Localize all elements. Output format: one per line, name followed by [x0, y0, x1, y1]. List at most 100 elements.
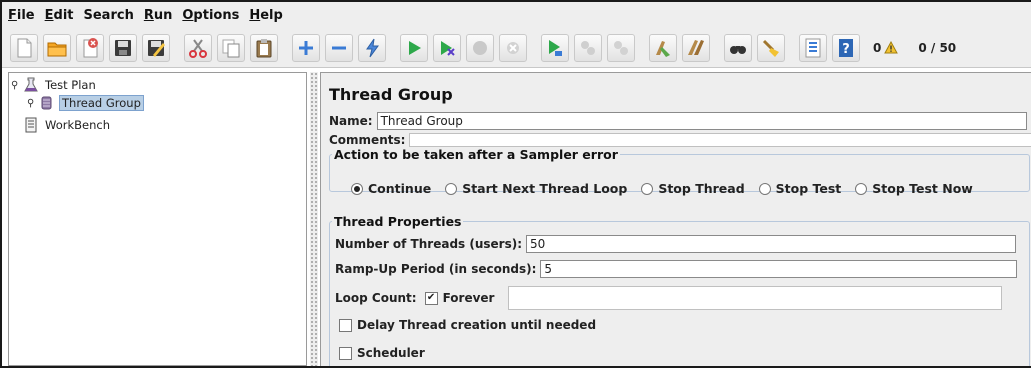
toggle-icon	[366, 38, 379, 57]
radio-label: Stop Test Now	[872, 181, 973, 196]
test-plan-tree: ⚲ Test Plan ⚲ Thread Group WorkBench	[8, 72, 307, 366]
toolbar-status: 0 0 / 50	[873, 41, 956, 55]
loop-count-input[interactable]	[508, 286, 1003, 310]
radio-label: Stop Thread	[658, 181, 745, 196]
remote-start-icon	[549, 39, 562, 56]
scheduler-checkbox[interactable]	[339, 346, 352, 360]
scheduler-row: Scheduler	[339, 346, 425, 360]
copy-button[interactable]	[217, 33, 245, 62]
tree-node-thread-group[interactable]: ⚲ Thread Group	[27, 94, 144, 112]
radio-label: Start Next Thread Loop	[462, 181, 628, 196]
save-as-button[interactable]	[142, 33, 170, 62]
thread-group-panel: Thread Group Name: Thread Group Comments…	[320, 72, 1031, 366]
radio-dot	[641, 182, 654, 195]
loop-count-row: Loop Count: ✔ Forever	[335, 286, 1003, 310]
delay-label: Delay Thread creation until needed	[357, 318, 597, 332]
split-pane-divider[interactable]	[310, 72, 318, 366]
cut-icon	[189, 38, 207, 58]
delay-checkbox[interactable]	[339, 318, 352, 332]
tree-node-workbench[interactable]: WorkBench	[21, 116, 112, 134]
clear-all-button[interactable]	[682, 33, 710, 62]
open-icon	[47, 42, 67, 56]
radio-stop-thread[interactable]: Stop Thread	[641, 181, 745, 196]
threads-label: Number of Threads (users):	[335, 237, 523, 251]
close-button[interactable]	[76, 33, 104, 62]
start-no-pause-icon	[441, 40, 455, 56]
menu-options[interactable]: Options	[182, 8, 239, 23]
name-input[interactable]: Thread Group	[376, 112, 1027, 130]
loop-count-label: Loop Count:	[335, 291, 417, 305]
remote-start-button[interactable]	[541, 33, 569, 62]
svg-text:?: ?	[842, 42, 850, 57]
tree-node-test-plan[interactable]: ⚲ Test Plan	[11, 76, 98, 94]
threads-row: Number of Threads (users): 50	[335, 235, 1017, 253]
menu-run[interactable]: Run	[144, 8, 173, 23]
remote-stop-button[interactable]	[574, 33, 602, 62]
forever-checkbox[interactable]: ✔	[424, 291, 438, 305]
radio-dot	[351, 182, 363, 195]
function-helper-button[interactable]	[799, 33, 827, 62]
tree-label-test-plan: Test Plan	[45, 78, 96, 92]
tree-label-workbench: WorkBench	[45, 118, 110, 132]
jmeter-window: File Edit Search Run Options Help ? 0 0 …	[0, 0, 1031, 368]
start-no-pause-button[interactable]	[433, 33, 461, 62]
start-button[interactable]	[400, 33, 428, 62]
rampup-label: Ramp-Up Period (in seconds):	[335, 262, 537, 276]
toolbar: ? 0 0 / 50	[2, 28, 1031, 68]
radio-start-next-thread-loop[interactable]: Start Next Thread Loop	[445, 181, 627, 196]
thread-count: 0 / 50	[918, 40, 957, 55]
radio-label: Continue	[368, 181, 432, 196]
comments-input[interactable]	[409, 133, 1031, 147]
search-icon	[730, 45, 746, 54]
reset-search-button[interactable]	[757, 33, 785, 62]
radio-stop-test[interactable]: Stop Test	[758, 181, 841, 196]
radio-stop-test-now[interactable]: Stop Test Now	[855, 181, 973, 196]
remote-stop-icon	[581, 40, 595, 55]
comments-label: Comments:	[329, 133, 406, 147]
paste-icon	[256, 38, 272, 57]
rampup-input[interactable]: 5	[540, 260, 1018, 278]
radio-dot	[855, 182, 868, 195]
menu-edit[interactable]: Edit	[45, 8, 74, 23]
new-button[interactable]	[10, 33, 38, 62]
stop-button[interactable]	[466, 33, 494, 62]
clear-icon	[656, 40, 670, 57]
shutdown-button[interactable]	[499, 33, 527, 62]
remote-shutdown-button[interactable]	[607, 33, 635, 62]
remote-shutdown-icon	[614, 40, 628, 55]
save-button[interactable]	[109, 33, 137, 62]
menu-bar: File Edit Search Run Options Help	[2, 2, 1031, 28]
paste-button[interactable]	[250, 33, 278, 62]
toggle-button[interactable]	[358, 33, 386, 62]
warning-icon[interactable]	[884, 41, 899, 54]
name-row: Name: Thread Group	[329, 112, 1027, 130]
clear-button[interactable]	[649, 33, 677, 62]
expand-button[interactable]	[292, 33, 320, 62]
collapse-button[interactable]	[325, 33, 353, 62]
error-count: 0	[873, 40, 882, 55]
threads-input[interactable]: 50	[526, 235, 1017, 253]
reset-search-icon	[762, 39, 779, 57]
radio-continue[interactable]: Continue	[351, 181, 431, 196]
close-icon	[83, 37, 98, 57]
save-icon	[115, 39, 131, 56]
forever-label: Forever	[442, 291, 495, 305]
help-button[interactable]: ?	[832, 33, 860, 62]
menu-search[interactable]: Search	[84, 8, 134, 23]
tree-toggle-icon[interactable]: ⚲	[11, 80, 21, 91]
new-icon	[17, 38, 32, 57]
radio-dot	[445, 182, 458, 195]
start-icon	[409, 40, 421, 55]
collapse-icon	[332, 46, 346, 49]
menu-help[interactable]: Help	[249, 8, 282, 23]
radio-dot	[758, 182, 771, 195]
cut-button[interactable]	[184, 33, 212, 62]
tree-toggle-icon[interactable]: ⚲	[27, 98, 37, 109]
thread-properties-legend: Thread Properties	[334, 214, 462, 229]
sampler-error-options: Continue Start Next Thread Loop Stop Thr…	[351, 181, 987, 196]
open-button[interactable]	[43, 33, 71, 62]
sampler-error-legend: Action to be taken after a Sampler error	[334, 147, 618, 162]
search-button[interactable]	[724, 33, 752, 62]
delay-row: Delay Thread creation until needed	[339, 318, 596, 332]
menu-file[interactable]: File	[8, 8, 35, 23]
